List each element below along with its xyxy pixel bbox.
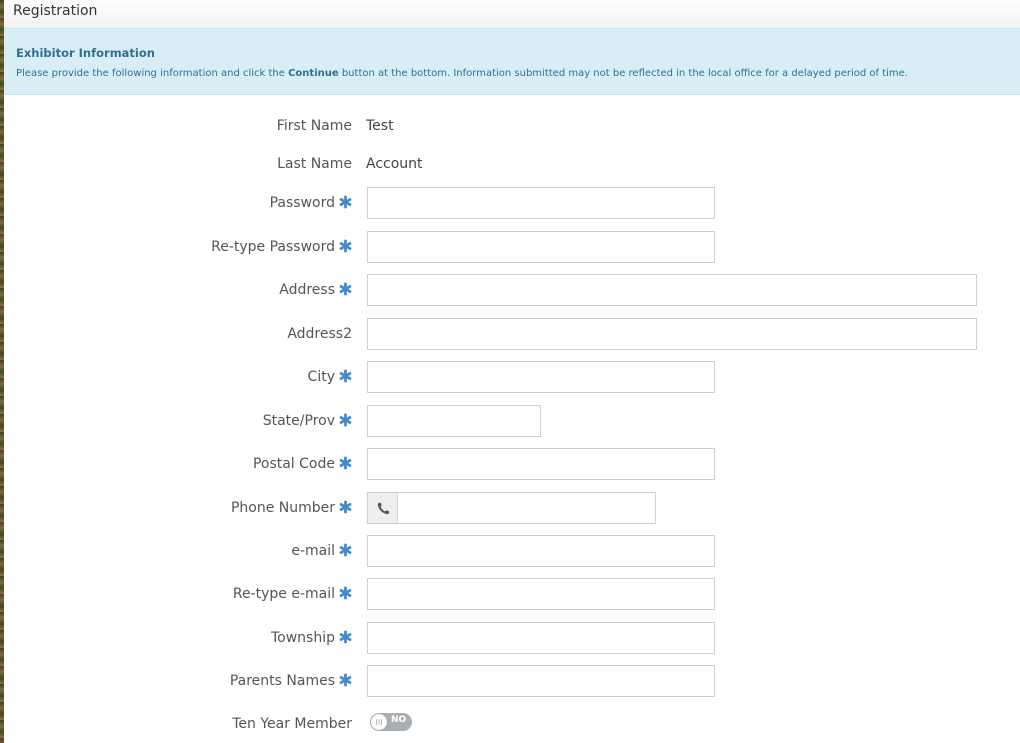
title-bar: Registration [4, 0, 1020, 29]
value-last-name: Account [366, 156, 423, 172]
required-asterisk-icon [339, 369, 352, 383]
ten-year-member-toggle[interactable]: NO [370, 713, 412, 731]
row-address2: Address2 [4, 318, 1020, 350]
state-input[interactable] [367, 405, 541, 437]
required-asterisk-icon [339, 413, 352, 427]
alert-text-before: Please provide the following information… [16, 68, 289, 79]
label-last-name: Last Name [277, 148, 352, 180]
row-first-name: First Name Test [4, 110, 1020, 142]
row-email: e-mail [4, 535, 1020, 567]
label-first-name-text: First Name [276, 118, 352, 134]
address-input[interactable] [367, 274, 977, 306]
value-first-name: Test [366, 118, 394, 134]
row-township: Township [4, 622, 1020, 654]
required-asterisk-icon [339, 282, 352, 296]
alert-text-bold: Continue [288, 68, 339, 79]
row-ten-year: Ten Year Member NO [4, 708, 1020, 740]
label-phone: Phone Number [231, 492, 352, 524]
required-asterisk-icon [339, 239, 352, 253]
required-asterisk-icon [339, 586, 352, 600]
label-state: State/Prov [263, 405, 352, 437]
label-retype-password: Re-type Password [211, 231, 352, 263]
label-city: City [308, 361, 352, 393]
label-township-text: Township [270, 630, 335, 646]
label-ten-year: Ten Year Member [232, 708, 352, 740]
label-retype-password-text: Re-type Password [211, 239, 335, 255]
row-city: City [4, 361, 1020, 393]
township-input[interactable] [367, 622, 715, 654]
required-asterisk-icon [339, 630, 352, 644]
row-postal: Postal Code [4, 448, 1020, 480]
label-address: Address [279, 274, 352, 306]
email-input[interactable] [367, 535, 715, 567]
required-asterisk-icon [339, 543, 352, 557]
toggle-state-label: NO [391, 715, 407, 725]
window-title: Registration [13, 3, 98, 19]
row-parents: Parents Names [4, 665, 1020, 697]
row-address: Address [4, 274, 1020, 306]
label-state-text: State/Prov [262, 413, 335, 429]
phone-input-group [367, 492, 656, 524]
label-first-name: First Name [277, 110, 352, 142]
postal-code-input[interactable] [367, 448, 715, 480]
label-phone-text: Phone Number [230, 500, 335, 516]
label-address-text: Address [279, 282, 335, 298]
grip-icon [376, 719, 382, 725]
alert-heading: Exhibitor Information [16, 46, 155, 60]
required-asterisk-icon [339, 500, 352, 514]
label-address2-text: Address2 [287, 326, 352, 342]
retype-password-input[interactable] [367, 231, 715, 263]
row-retype-email: Re-type e-mail [4, 578, 1020, 610]
label-address2: Address2 [287, 318, 352, 350]
required-asterisk-icon [339, 195, 352, 209]
registration-panel: Registration Exhibitor Information Pleas… [4, 0, 1020, 743]
toggle-knob [371, 714, 387, 730]
info-alert: Exhibitor Information Please provide the… [4, 28, 1020, 95]
phone-icon [377, 502, 390, 515]
label-email: e-mail [291, 535, 352, 567]
alert-text: Please provide the following information… [16, 68, 908, 79]
retype-email-input[interactable] [367, 578, 715, 610]
label-retype-email: Re-type e-mail [233, 578, 352, 610]
label-postal-text: Postal Code [252, 456, 335, 472]
label-city-text: City [307, 369, 335, 385]
label-retype-email-text: Re-type e-mail [232, 586, 335, 602]
row-phone: Phone Number [4, 492, 1020, 524]
city-input[interactable] [367, 361, 715, 393]
row-retype-password: Re-type Password [4, 231, 1020, 263]
phone-addon [367, 492, 398, 524]
parents-names-input[interactable] [367, 665, 715, 697]
alert-text-after: button at the bottom. Information submit… [338, 68, 908, 79]
required-asterisk-icon [339, 456, 352, 470]
phone-number-input[interactable] [397, 492, 656, 524]
label-parents-text: Parents Names [229, 673, 335, 689]
label-email-text: e-mail [291, 543, 335, 559]
row-state: State/Prov [4, 405, 1020, 437]
label-ten-year-text: Ten Year Member [232, 716, 352, 732]
label-last-name-text: Last Name [277, 156, 352, 172]
row-last-name: Last Name Account [4, 148, 1020, 180]
password-input[interactable] [367, 187, 715, 219]
label-township: Township [271, 622, 352, 654]
row-password: Password [4, 187, 1020, 219]
label-password: Password [270, 187, 352, 219]
label-password-text: Password [269, 195, 335, 211]
label-postal: Postal Code [253, 448, 352, 480]
label-parents: Parents Names [230, 665, 352, 697]
required-asterisk-icon [339, 673, 352, 687]
address2-input[interactable] [367, 318, 977, 350]
